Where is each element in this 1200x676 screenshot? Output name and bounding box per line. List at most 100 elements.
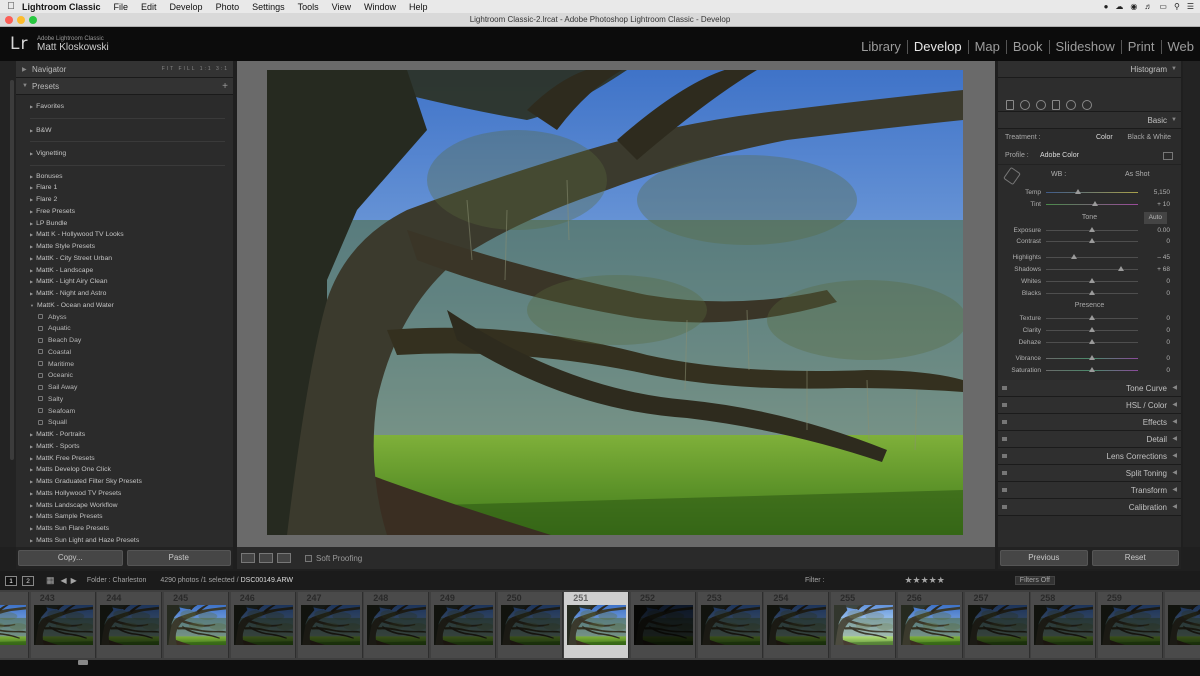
filmstrip-thumbnail[interactable]: 251 [564,592,630,658]
module-book[interactable]: Book [1007,40,1050,54]
slider-thumb[interactable] [1089,238,1095,244]
eyedropper-icon[interactable] [1003,166,1021,186]
basic-header[interactable]: Basic ▼ [998,112,1181,129]
battery-icon[interactable]: ▭ [1159,2,1167,11]
red-eye-icon[interactable] [1036,100,1046,110]
slider-thumb[interactable] [1089,327,1095,333]
graduated-filter-icon[interactable] [1052,100,1060,110]
minimize-icon[interactable] [17,16,25,24]
slider-value[interactable]: 0.00 [1157,227,1170,234]
filmstrip-thumbnail[interactable]: 243 [30,592,96,658]
folder-source[interactable]: Folder : Charleston [87,577,147,584]
panel-switch-icon[interactable] [1002,471,1007,476]
slider-thumb[interactable] [1089,338,1095,344]
paste-button[interactable]: Paste [126,550,231,566]
collapsed-panel-header[interactable]: Calibration ◀ [998,499,1181,517]
second-window-button[interactable]: 2 [22,575,34,586]
preset-item[interactable]: Coastal [30,347,225,359]
preset-item[interactable]: Aquatic [30,323,225,335]
file-name[interactable]: DSC00149.ARW [241,577,293,584]
add-preset-icon[interactable]: + [222,81,228,92]
preset-item[interactable]: Maritime [30,359,225,371]
menu-develop[interactable]: Develop [170,2,203,12]
left-scrollbar[interactable] [10,80,14,460]
slider-value[interactable]: + 10 [1157,201,1170,208]
main-photo[interactable] [267,70,963,535]
slider-track[interactable] [1046,257,1138,259]
fullscreen-icon[interactable] [29,16,37,24]
previous-button[interactable]: Previous [1000,550,1088,566]
collapsed-panel-header[interactable]: Tone Curve ◀ [998,380,1181,398]
panel-switch-icon[interactable] [1002,454,1007,459]
wb-select[interactable]: As Shot [1125,165,1150,185]
presets-header[interactable]: ▼ Presets + [16,78,233,95]
rating-filter-stars[interactable]: ★★★★★ [904,575,944,586]
preset-folder[interactable]: ▶ MattK - Night and Astro [30,288,225,300]
filmstrip-thumbnail[interactable]: 248 [364,592,430,658]
preset-folder[interactable]: ▶ Flare 2 [30,194,225,206]
filmstrip-thumbnail[interactable]: 250 [497,592,563,658]
filmstrip-thumbnail[interactable]: 245 [164,592,230,658]
preset-item[interactable]: Salty [30,394,225,406]
preset-folder[interactable]: ▶ MattK - City Street Urban [30,253,225,265]
menu-photo[interactable]: Photo [216,2,240,12]
module-map[interactable]: Map [969,40,1007,54]
preset-folder[interactable]: ▶ Matts Sun Flare Presets [30,523,225,535]
menu-view[interactable]: View [332,2,351,12]
preset-item[interactable]: Seafoam [30,406,225,418]
preset-folder[interactable]: ▶ Matts Graduated Filter Sky Presets [30,476,225,488]
filmstrip-thumbnail[interactable]: 259 [1097,592,1163,658]
slider-track[interactable] [1046,192,1138,193]
preset-folder[interactable]: ▶ Matt K - Hollywood TV Looks [30,229,225,241]
filters-off-select[interactable]: Filters Off [1014,576,1056,585]
filmstrip-thumbnail[interactable]: 249 [430,592,496,658]
treatment-bw[interactable]: Black & White [1127,129,1171,147]
preset-folder[interactable]: ▶ Matts Sun Light and Haze Presets [30,535,225,547]
slider-thumb[interactable] [1089,354,1095,360]
filmstrip-thumbnail[interactable]: 258 [1031,592,1097,658]
collapsed-panel-header[interactable]: Detail ◀ [998,431,1181,449]
preset-folder[interactable]: ▼ MattK - Ocean and Water [30,300,225,312]
filmstrip-thumbnail[interactable]: 244 [97,592,163,658]
grid-icon[interactable]: ▦ [46,575,55,586]
slider-thumb[interactable] [1075,189,1082,194]
preset-folder[interactable]: ▶ Matts Sample Presets [30,511,225,523]
filmstrip-thumbnail[interactable]: 257 [964,592,1030,658]
module-library[interactable]: Library [855,40,908,54]
filmstrip-scrollbar[interactable] [78,660,88,665]
slider-value[interactable]: – 45 [1157,254,1170,261]
filmstrip-thumbnail[interactable]: 253 [697,592,763,658]
volume-icon[interactable]: ♬ [1144,2,1152,11]
slider-thumb[interactable] [1091,200,1098,206]
collapsed-panel-header[interactable]: HSL / Color ◀ [998,397,1181,415]
preset-folder[interactable]: ▶ MattK - Landscape [30,265,225,277]
soft-proofing-checkbox[interactable] [305,554,312,562]
module-print[interactable]: Print [1122,40,1162,54]
collapsed-panel-header[interactable]: Lens Corrections ◀ [998,448,1181,466]
slider-thumb[interactable] [1089,366,1095,372]
panel-switch-icon[interactable] [1002,437,1007,442]
preset-folder[interactable]: ▶ Vignetting [30,142,225,166]
reset-button[interactable]: Reset [1091,550,1179,566]
slider-value[interactable]: 5,150 [1154,189,1170,196]
forward-arrow-icon[interactable]: ▶ [71,576,77,585]
close-icon[interactable] [5,16,13,24]
right-panel-edge[interactable] [1183,61,1200,547]
search-icon[interactable]: ⚲ [1174,2,1180,11]
treatment-color[interactable]: Color [1096,129,1113,147]
wifi-icon[interactable]: ◉ [1130,2,1137,11]
preset-item[interactable]: Squall [30,417,225,429]
slider-value[interactable]: 0 [1166,238,1170,245]
panel-switch-icon[interactable] [1002,488,1007,493]
before-after-yy-icon[interactable] [277,553,291,563]
filmstrip-thumbnail[interactable] [1164,592,1200,658]
preset-folder[interactable]: ▶ Matts Develop One Click [30,464,225,476]
filmstrip-thumbnail[interactable]: 246 [230,592,296,658]
preset-item[interactable]: Beach Day [30,335,225,347]
slider-value[interactable]: 0 [1166,327,1170,334]
preset-folder[interactable]: ▶ Matts Hollywood TV Presets [30,488,225,500]
collapsed-panel-header[interactable]: Split Toning ◀ [998,465,1181,483]
panel-switch-icon[interactable] [1002,420,1007,425]
preset-folder[interactable]: ▶ Free Presets [30,206,225,218]
slider-thumb[interactable] [1118,265,1125,271]
